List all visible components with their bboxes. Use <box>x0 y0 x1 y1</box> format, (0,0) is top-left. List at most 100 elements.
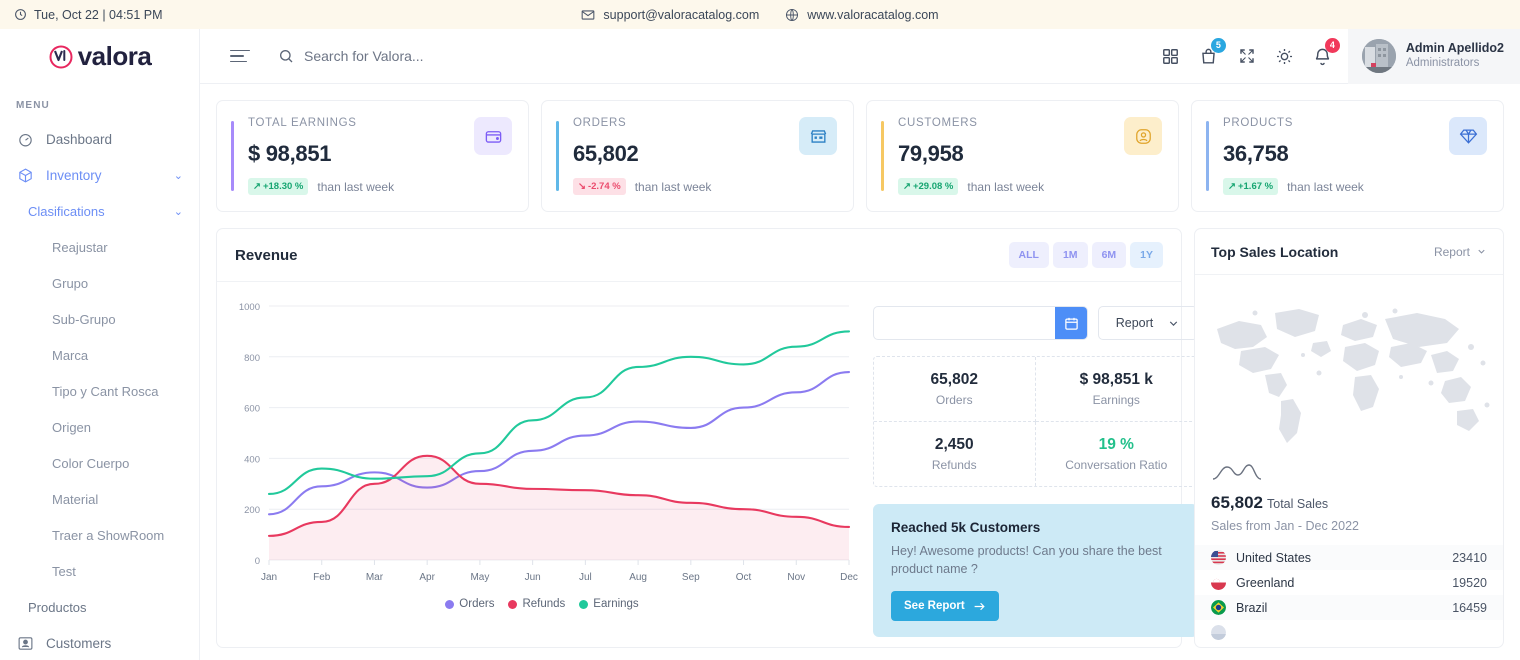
legend-swatch-icon <box>579 600 588 609</box>
table-row[interactable]: Greenland19520 <box>1195 570 1503 595</box>
sidebar-item-material[interactable]: Material <box>0 481 199 517</box>
hamburger-icon[interactable] <box>230 50 252 63</box>
dashboard-icon <box>16 131 34 148</box>
see-report-label: See Report <box>904 600 965 612</box>
svg-text:Sep: Sep <box>682 572 700 583</box>
sidebar-item-clasifications[interactable]: Clasifications⌄ <box>0 193 199 229</box>
legend-label: Orders <box>459 598 494 610</box>
support-email[interactable]: support@valoracatalog.com <box>581 8 759 22</box>
globe-icon <box>785 8 799 22</box>
sidebar-item-origen[interactable]: Origen <box>0 409 199 445</box>
svg-text:Mar: Mar <box>366 572 384 583</box>
svg-text:Nov: Nov <box>787 572 805 583</box>
sidebar-item-label: Customers <box>46 636 183 651</box>
website-link[interactable]: www.valoracatalog.com <box>785 8 938 22</box>
wallet-icon <box>474 117 512 155</box>
accent-bar <box>1206 121 1209 191</box>
mini-stat-value: 65,802 <box>878 371 1031 389</box>
user-profile[interactable]: Admin Apellido2 Administrators <box>1348 29 1520 84</box>
svg-text:Jan: Jan <box>261 572 277 583</box>
legend-item-orders[interactable]: Orders <box>445 598 494 610</box>
tab-all[interactable]: ALL <box>1009 242 1049 268</box>
date-range-field[interactable] <box>873 306 1088 340</box>
sidebar-item-marca[interactable]: Marca <box>0 337 199 373</box>
see-report-button[interactable]: See Report <box>891 591 999 621</box>
top-sales-header: Top Sales Location Report <box>1195 229 1503 275</box>
revenue-panel: Revenue ALL1M6M1Y 02004006008001000JanFe… <box>216 228 1182 648</box>
sidebar-item-reajustar[interactable]: Reajustar <box>0 229 199 265</box>
legend-item-earnings[interactable]: Earnings <box>579 598 638 610</box>
sidebar-item-sub-grupo[interactable]: Sub-Grupo <box>0 301 199 337</box>
stat-value: $ 98,851 <box>248 141 512 167</box>
country-value: 16459 <box>1452 601 1487 615</box>
sidebar-item-inventory[interactable]: Inventory ⌄ <box>0 157 199 193</box>
top-sales-report-label: Report <box>1434 245 1470 259</box>
svg-text:Dec: Dec <box>840 572 858 583</box>
mini-stat-refunds: 2,450Refunds <box>874 422 1036 486</box>
apps-grid-icon[interactable] <box>1152 29 1190 84</box>
table-row[interactable]: United States23410 <box>1195 545 1503 570</box>
promo-card: Reached 5k Customers Hey! Awesome produc… <box>873 504 1198 637</box>
sidebar-item-productos[interactable]: Productos <box>0 589 199 625</box>
mini-stat-label: Earnings <box>1040 393 1194 407</box>
sidebar-item-grupo[interactable]: Grupo <box>0 265 199 301</box>
mini-stat-conversation-ratio: 19 %Conversation Ratio <box>1036 422 1198 486</box>
calendar-icon[interactable] <box>1055 306 1087 340</box>
header-actions: 5 4 <box>1152 29 1520 84</box>
promo-description: Hey! Awesome products! Can you share the… <box>891 542 1180 578</box>
sidebar-item-label: Inventory <box>46 168 162 183</box>
search-box[interactable] <box>278 48 564 64</box>
sidebar-item-customers[interactable]: Customers <box>0 625 199 660</box>
svg-text:Oct: Oct <box>736 572 752 583</box>
svg-text:Jul: Jul <box>579 572 592 583</box>
total-sales-label: Total Sales <box>1267 497 1328 511</box>
svg-text:600: 600 <box>244 404 260 415</box>
svg-text:200: 200 <box>244 505 260 516</box>
status-badge: ↘-2.74 % <box>573 178 626 195</box>
report-select[interactable]: Report <box>1098 306 1198 340</box>
table-row[interactable] <box>1195 620 1503 645</box>
bell-icon[interactable]: 4 <box>1304 29 1342 84</box>
sun-icon[interactable] <box>1266 29 1304 84</box>
fullscreen-icon[interactable] <box>1228 29 1266 84</box>
search-input[interactable] <box>304 48 564 64</box>
sidebar-item-test[interactable]: Test <box>0 553 199 589</box>
sidebar-item-dashboard[interactable]: Dashboard <box>0 121 199 157</box>
cart-icon[interactable]: 5 <box>1190 29 1228 84</box>
country-value: 19520 <box>1452 576 1487 590</box>
sidebar-item-traer-a-showroom[interactable]: Traer a ShowRoom <box>0 517 199 553</box>
sidebar-item-tipo-y-cant-rosca[interactable]: Tipo y Cant Rosca <box>0 373 199 409</box>
top-sales-report-select[interactable]: Report <box>1434 245 1487 259</box>
mini-stat-label: Orders <box>878 393 1031 407</box>
tab-1m[interactable]: 1M <box>1053 242 1088 268</box>
stat-value: 65,802 <box>573 141 837 167</box>
mini-stat-value: 2,450 <box>878 436 1031 454</box>
svg-text:1000: 1000 <box>239 302 260 313</box>
accent-bar <box>556 121 559 191</box>
chevron-down-icon <box>1167 317 1180 330</box>
stat-footer: ↘-2.74 %than last week <box>573 178 837 195</box>
support-email-text: support@valoracatalog.com <box>603 8 759 22</box>
stat-card-orders: ORDERS65,802↘-2.74 %than last week <box>541 100 854 212</box>
world-map <box>1195 275 1503 455</box>
status-badge: ↗+29.08 % <box>898 178 958 195</box>
legend-label: Earnings <box>593 598 638 610</box>
delta-value: -2.74 % <box>588 181 621 192</box>
top-sales-summary: 65,802Total Sales Sales from Jan - Dec 2… <box>1195 455 1503 545</box>
date-range-input[interactable] <box>874 316 1055 330</box>
tab-6m[interactable]: 6M <box>1092 242 1127 268</box>
chevron-icon: ⌄ <box>174 169 183 182</box>
mini-stat-orders: 65,802 Orders <box>874 357 1036 422</box>
brand-logo[interactable]: valora <box>0 29 199 84</box>
delta-value: +1.67 % <box>1238 181 1273 192</box>
box-icon <box>16 167 34 184</box>
revenue-line-chart: 02004006008001000JanFebMarAprMayJunJulAu… <box>225 294 859 594</box>
sidebar-item-color-cuerpo[interactable]: Color Cuerpo <box>0 445 199 481</box>
tab-1y[interactable]: 1Y <box>1130 242 1163 268</box>
trend-up-icon: ↗ <box>1228 181 1236 192</box>
legend-item-refunds[interactable]: Refunds <box>508 598 565 610</box>
search-icon <box>278 48 294 64</box>
table-row[interactable]: Brazil16459 <box>1195 595 1503 620</box>
mini-stat-value: 19 % <box>1040 436 1194 454</box>
flag-brazil-icon <box>1211 600 1226 615</box>
